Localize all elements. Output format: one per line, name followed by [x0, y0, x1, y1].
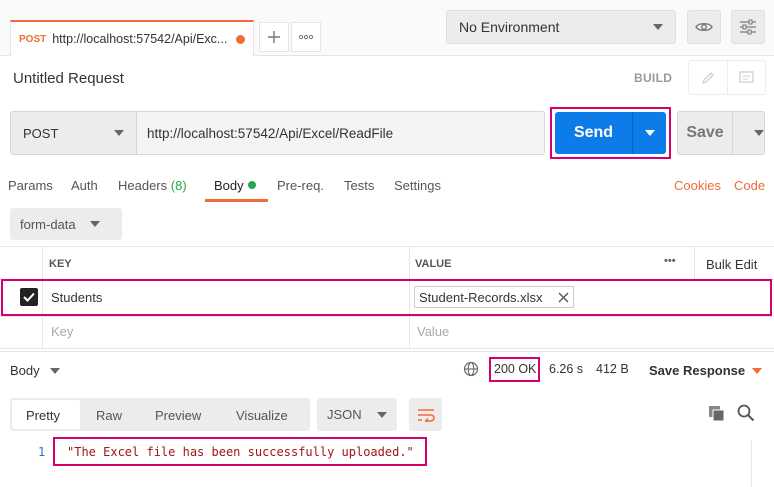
file-name: Student-Records.xlsx: [419, 289, 543, 305]
sliders-icon: [740, 19, 756, 35]
tab-method: POST: [19, 33, 47, 45]
format-label: JSON: [327, 407, 362, 422]
row-key[interactable]: Students: [51, 290, 102, 305]
method-label: POST: [23, 125, 59, 141]
pencil-icon: [701, 71, 714, 84]
copy-icon[interactable]: [708, 405, 725, 422]
tab-settings[interactable]: Settings: [394, 178, 441, 193]
request-title[interactable]: Untitled Request: [13, 70, 124, 87]
row-highlight: [1, 279, 772, 316]
chevron-down-icon: [752, 368, 762, 374]
column-divider: [694, 247, 695, 279]
row-checkbox[interactable]: [20, 288, 38, 306]
chevron-down-icon: [653, 24, 663, 30]
chevron-down-icon: [377, 411, 387, 418]
save-button[interactable]: Save: [677, 111, 765, 155]
table-divider: [0, 348, 774, 349]
code-link[interactable]: Code: [734, 178, 765, 193]
build-label: BUILD: [634, 71, 673, 85]
body-indicator-icon: [247, 181, 256, 189]
send-button[interactable]: Send: [555, 112, 666, 154]
eye-icon: [695, 22, 713, 32]
chevron-down-icon: [754, 130, 764, 136]
comments-button[interactable]: [726, 61, 766, 94]
build-toolbar: [688, 60, 766, 95]
comment-icon: [739, 70, 754, 83]
chevron-down-icon: [644, 130, 655, 136]
table-options-button[interactable]: •••: [664, 255, 676, 267]
url-input[interactable]: http://localhost:57542/Api/Excel/ReadFil…: [137, 112, 544, 154]
plus-icon: [268, 31, 280, 43]
view-visualize[interactable]: Visualize: [236, 408, 288, 423]
value-column-header: VALUE: [415, 258, 452, 270]
environment-quick-look-button[interactable]: [687, 10, 721, 44]
tab-headers-label: Headers: [118, 178, 168, 193]
unsaved-dot-icon: [236, 34, 245, 44]
body-mode-label: form-data: [20, 216, 76, 232]
tab-params[interactable]: Params: [8, 178, 53, 193]
tab-url: http://localhost:57542/Api/Exc...: [52, 32, 228, 46]
tab-options-button[interactable]: [291, 22, 321, 52]
active-tab-underline: [205, 199, 268, 202]
send-options-button[interactable]: [632, 112, 666, 154]
chevron-down-icon: [89, 221, 100, 227]
new-value-input[interactable]: Value: [417, 324, 449, 339]
response-time[interactable]: 6.26 s: [549, 362, 583, 376]
send-label: Send: [573, 124, 614, 141]
save-response-button[interactable]: Save Response: [649, 363, 745, 378]
tab-body-label: Body: [214, 178, 244, 193]
body-mode-select[interactable]: form-data: [10, 208, 122, 240]
view-preview[interactable]: Preview: [155, 408, 201, 423]
response-size[interactable]: 412 B: [596, 362, 629, 376]
manage-environments-button[interactable]: [731, 10, 765, 44]
url-bar: POST http://localhost:57542/Api/Excel/Re…: [10, 111, 545, 155]
chevron-down-icon: [50, 368, 60, 374]
bulk-edit-link[interactable]: Bulk Edit: [706, 257, 757, 272]
method-select[interactable]: POST: [11, 112, 137, 154]
wrap-icon: [417, 408, 435, 422]
search-icon[interactable]: [737, 404, 755, 422]
format-select[interactable]: JSON: [317, 398, 397, 431]
cookies-link[interactable]: Cookies: [674, 178, 721, 193]
new-tab-button[interactable]: [259, 22, 289, 52]
tab-headers[interactable]: Headers (8): [118, 178, 187, 193]
save-label: Save: [686, 124, 724, 141]
more-icon: [298, 34, 314, 40]
wrap-lines-button[interactable]: [409, 398, 442, 431]
check-icon: [23, 292, 35, 302]
line-number: 1: [38, 445, 46, 459]
new-key-input[interactable]: Key: [51, 324, 73, 339]
key-column-header: KEY: [49, 258, 72, 270]
edit-button[interactable]: [689, 61, 727, 94]
tab-body[interactable]: Body: [214, 178, 256, 193]
tab-prereq[interactable]: Pre-req.: [277, 178, 324, 193]
response-body-text[interactable]: "The Excel file has been successfully up…: [67, 445, 414, 459]
tab-auth[interactable]: Auth: [71, 178, 98, 193]
environment-label: No Environment: [459, 19, 560, 35]
view-pretty[interactable]: Pretty: [26, 408, 60, 423]
globe-icon[interactable]: [463, 361, 479, 377]
close-icon[interactable]: [558, 292, 569, 303]
headers-count: (8): [170, 178, 187, 193]
request-tab[interactable]: POST http://localhost:57542/Api/Exc...: [10, 20, 254, 56]
request-tabs: Params Auth Headers (8) Body Pre-req. Te…: [0, 172, 774, 202]
file-chip[interactable]: Student-Records.xlsx: [414, 286, 574, 308]
save-options-button[interactable]: [732, 112, 764, 154]
environment-select[interactable]: No Environment: [446, 10, 676, 44]
view-raw[interactable]: Raw: [96, 408, 122, 423]
response-body-toggle[interactable]: Body: [10, 363, 40, 378]
chevron-down-icon: [114, 130, 124, 136]
vertical-scrollbar[interactable]: [751, 440, 774, 487]
table-divider: [0, 316, 774, 317]
status-code[interactable]: 200 OK: [494, 362, 536, 376]
tab-tests[interactable]: Tests: [344, 178, 374, 193]
